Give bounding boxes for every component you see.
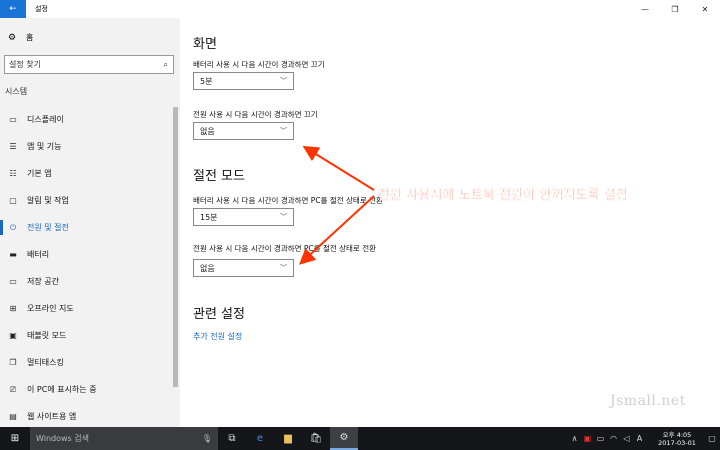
clock-date: 2017-03-01 (658, 438, 696, 447)
system-tray: ∧ ▣ ▭ ◠ ◁ A 오후 4:05 2017-03-01 ▢ (568, 427, 720, 450)
annotation-arrow-lower (299, 195, 375, 265)
clock[interactable]: 오후 4:05 2017-03-01 (650, 431, 704, 447)
battery-tray-icon[interactable]: ▭ (594, 434, 607, 443)
task-view-icon[interactable]: ⧉ (218, 427, 246, 450)
file-explorer-icon[interactable]: ▆ (274, 427, 302, 450)
tray-up-arrow-icon[interactable]: ∧ (568, 434, 581, 443)
network-icon[interactable]: ◠ (607, 434, 620, 443)
language-icon[interactable]: A (633, 434, 646, 443)
taskbar-search-placeholder: Windows 검색 (36, 434, 89, 443)
windows-start-icon[interactable]: ⊞ (0, 427, 30, 450)
annotation-arrow-upper (302, 145, 375, 191)
microphone-icon[interactable]: 🎙 (202, 434, 212, 443)
annotation-text: 전원 사용시에 노트북 전원이 안꺼지도록 설정 (378, 188, 628, 203)
taskbar: ⊞ Windows 검색 🎙 ⧉ e ▆ 🛍 ⚙ ∧ ▣ ▭ ◠ ◁ A 오후 … (0, 427, 720, 450)
tray-app-icon[interactable]: ▣ (581, 434, 594, 443)
settings-window: ← 설정 — ❐ ✕ ⚙ 홈 설정 찾기 ⌕ 시스템 ▭ 디스플레이 ☰ 앱 및… (0, 0, 720, 427)
volume-icon[interactable]: ◁ (620, 434, 633, 443)
taskbar-search-input[interactable]: Windows 검색 🎙 (30, 427, 218, 450)
watermark: Jsmall.net (610, 393, 686, 409)
edge-browser-icon[interactable]: e (246, 427, 274, 450)
store-icon[interactable]: 🛍 (302, 427, 330, 450)
clock-time: 오후 4:05 (662, 430, 692, 439)
settings-app-icon[interactable]: ⚙ (330, 427, 358, 450)
annotation-arrows (299, 145, 375, 265)
action-center-icon[interactable]: ▢ (704, 434, 720, 443)
